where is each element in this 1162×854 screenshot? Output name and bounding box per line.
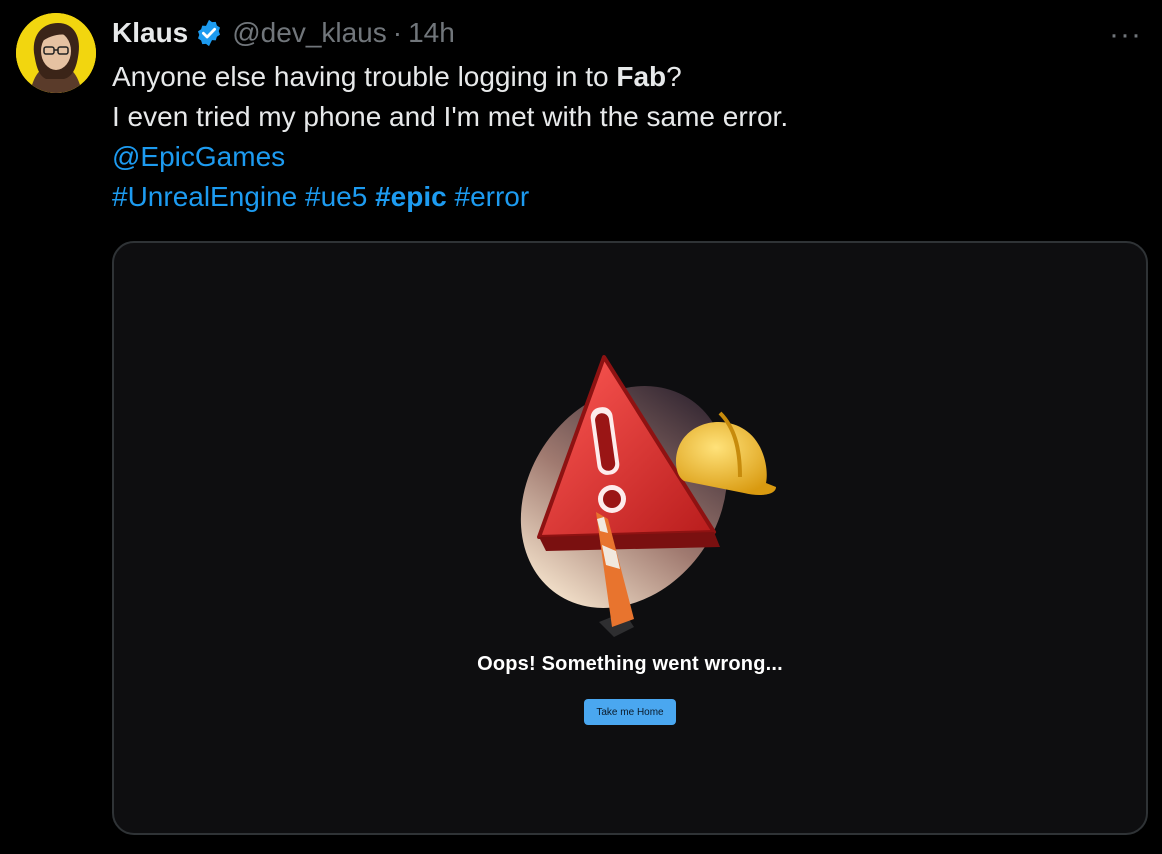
hashtag-unrealengine[interactable]: #UnrealEngine [112,181,297,212]
error-title: Oops! Something went wrong... [477,653,783,675]
take-me-home-button: Take me Home [584,699,676,725]
tweet-text: Anyone else having trouble logging in to… [112,57,1132,217]
tweet-line-1-suffix: ? [666,61,682,92]
more-icon[interactable]: ··· [1109,18,1142,52]
media-image[interactable]: Oops! Something went wrong... Take me Ho… [112,241,1148,835]
tweet-line-1-prefix: Anyone else having trouble logging in to [112,61,617,92]
mention-link[interactable]: @EpicGames [112,141,285,172]
avatar-image [16,13,96,93]
verified-badge-icon [194,18,224,48]
tweet-header: Klaus @dev_klaus · 14h [112,14,455,52]
avatar[interactable] [16,13,96,93]
author-name[interactable]: Klaus [112,17,188,49]
warning-illustration [520,355,776,637]
separator-dot: · [392,17,403,48]
hashtag-epic[interactable]: #epic [375,181,447,212]
hashtag-row: #UnrealEngine #ue5 #epic #error [112,177,1132,217]
tweet-line-1: Anyone else having trouble logging in to… [112,57,1132,97]
tweet-line-2: I even tried my phone and I'm met with t… [112,101,789,132]
author-handle[interactable]: @dev_klaus [232,17,387,49]
hashtag-ue5[interactable]: #ue5 [305,181,367,212]
tweet-bold-fab: Fab [616,61,667,92]
tweet-timestamp[interactable]: 14h [408,17,455,49]
hashtag-error[interactable]: #error [455,181,530,212]
